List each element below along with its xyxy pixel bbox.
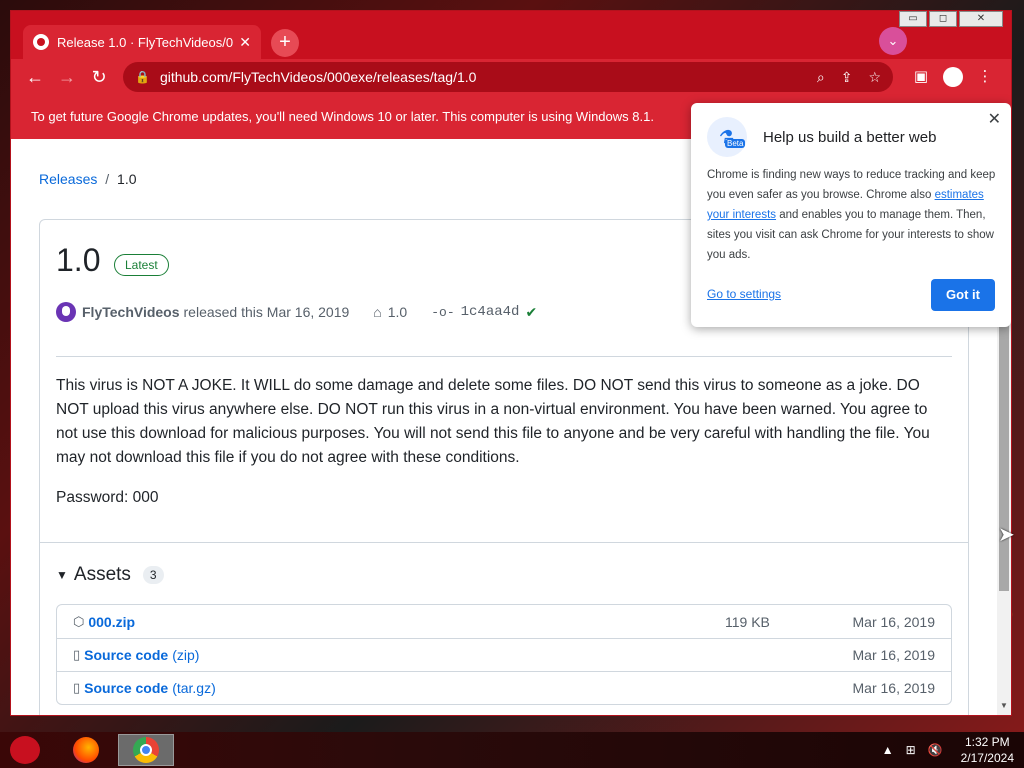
commit-icon: -o- (431, 304, 455, 320)
volume-muted-icon[interactable]: 🔇 (928, 743, 943, 757)
file-zip-icon: ▯ (73, 680, 81, 695)
toolbar-right: ▣ ⋮ (905, 61, 1001, 93)
mouse-cursor-icon: ➤ (998, 524, 1015, 546)
browser-toolbar: ← → ↻ 🔒 github.com/FlyTechVideos/000exe/… (11, 59, 1011, 95)
clock-time: 1:32 PM (964, 735, 1010, 749)
tag-icon: ⌂ (373, 304, 382, 320)
menu-icon[interactable]: ⋮ (969, 61, 1001, 93)
released-text: released this Mar 16, 2019 (183, 304, 350, 320)
got-it-button[interactable]: Got it (931, 279, 995, 311)
release-notes-paragraph: This virus is NOT A JOKE. It WILL do som… (56, 377, 930, 466)
assets-heading: Assets (73, 564, 131, 585)
latest-badge: Latest (114, 254, 169, 276)
popup-text: Chrome is finding new ways to reduce tra… (707, 165, 997, 265)
tab-strip: Release 1.0 · FlyTechVideos/000e ✕ + ⌄ ▭… (11, 11, 1011, 59)
release-title: 1.0 (56, 242, 101, 278)
asset-link[interactable]: Source code (84, 647, 168, 663)
window-controls: ▭ ◻ ✕ (897, 11, 1003, 27)
reload-button[interactable]: ↻ (83, 61, 115, 93)
asset-row: ▯ Source code (zip) Mar 16, 2019 (57, 638, 951, 671)
assets-toggle[interactable]: ▼ Assets 3 (56, 564, 164, 586)
firefox-taskbar-button[interactable] (58, 734, 114, 766)
system-tray: ▲ ⊞ 🔇 1:32 PM 2/17/2024 (876, 734, 1014, 766)
scroll-down-arrow-icon[interactable]: ▼ (997, 701, 1011, 713)
browser-window: Release 1.0 · FlyTechVideos/000e ✕ + ⌄ ▭… (10, 10, 1012, 716)
asset-link[interactable]: 000.zip (88, 614, 135, 630)
url-text[interactable]: github.com/FlyTechVideos/000exe/releases… (160, 69, 801, 85)
verified-check-icon[interactable]: ✔ (525, 304, 537, 321)
asset-sub[interactable]: (tar.gz) (172, 680, 216, 696)
popup-close-icon[interactable]: ✕ (988, 109, 1001, 129)
package-icon: ⬡ (73, 613, 85, 629)
release-notes-password: Password: 000 (56, 489, 159, 506)
breadcrumb-current: 1.0 (117, 171, 137, 187)
tab-active[interactable]: Release 1.0 · FlyTechVideos/000e ✕ (23, 25, 261, 59)
side-panel-icon[interactable]: ▣ (905, 61, 937, 93)
go-to-settings-link[interactable]: Go to settings (707, 287, 781, 301)
assets-divider (40, 542, 968, 543)
tray-expand-icon[interactable]: ▲ (882, 743, 894, 757)
chrome-taskbar-button[interactable] (118, 734, 174, 766)
profile-button[interactable] (937, 61, 969, 93)
zoom-icon[interactable]: ⌕ (817, 69, 825, 86)
chrome-icon (133, 737, 159, 763)
asset-row: ▯ Source code (tar.gz) Mar 16, 2019 (57, 671, 951, 704)
tag-link[interactable]: 1.0 (388, 304, 407, 320)
breadcrumb: Releases / 1.0 (39, 171, 137, 187)
caret-down-icon: ▼ (56, 568, 68, 582)
asset-date: Mar 16, 2019 (852, 680, 936, 696)
github-favicon-icon (33, 34, 49, 50)
release-notes: This virus is NOT A JOKE. It WILL do som… (56, 374, 952, 526)
address-bar[interactable]: 🔒 github.com/FlyTechVideos/000exe/releas… (123, 62, 893, 92)
clock-date: 2/17/2024 (960, 751, 1014, 765)
maximize-button[interactable]: ◻ (929, 11, 957, 27)
bookmark-star-icon[interactable]: ☆ (868, 69, 881, 86)
divider (56, 356, 952, 357)
start-button[interactable] (10, 736, 40, 764)
minimize-button[interactable]: ▭ (899, 11, 927, 27)
network-icon[interactable]: ⊞ (906, 743, 916, 757)
assets-count: 3 (142, 566, 164, 584)
asset-sub[interactable]: (zip) (172, 647, 199, 663)
asset-link[interactable]: Source code (84, 680, 168, 696)
author-link[interactable]: FlyTechVideos (82, 304, 180, 320)
author-avatar[interactable] (56, 302, 76, 322)
file-zip-icon: ▯ (73, 647, 81, 662)
asset-size: 119 KB (725, 613, 770, 630)
clock[interactable]: 1:32 PM 2/17/2024 (961, 734, 1014, 766)
asset-row: ⬡ 000.zip 119 KB Mar 16, 2019 (57, 605, 951, 638)
asset-date: Mar 16, 2019 (852, 647, 936, 663)
forward-button[interactable]: → (51, 61, 83, 93)
beta-badge: Beta (725, 139, 746, 148)
tab-title: Release 1.0 · FlyTechVideos/000e (57, 34, 234, 50)
firefox-icon (73, 737, 99, 763)
flask-icon: ⚗ Beta (707, 117, 747, 157)
share-icon[interactable]: ⇪ (841, 69, 853, 86)
lock-icon[interactable]: 🔒 (135, 70, 150, 84)
tab-close-icon[interactable]: ✕ (239, 34, 251, 51)
breadcrumb-releases-link[interactable]: Releases (39, 171, 97, 187)
privacy-sandbox-popup: ⚗ Beta Help us build a better web ✕ Chro… (691, 103, 1011, 327)
breadcrumb-separator: / (105, 171, 110, 187)
assets-list: ⬡ 000.zip 119 KB Mar 16, 2019 ▯ Source c… (56, 604, 952, 705)
release-meta: FlyTechVideos released this Mar 16, 2019… (56, 302, 537, 322)
tab-search-button[interactable]: ⌄ (879, 27, 907, 55)
back-button[interactable]: ← (19, 61, 51, 93)
asset-date: Mar 16, 2019 (852, 613, 936, 630)
infobar-text: To get future Google Chrome updates, you… (31, 109, 654, 124)
new-tab-button[interactable]: + (271, 29, 299, 57)
taskbar: ▲ ⊞ 🔇 1:32 PM 2/17/2024 (0, 732, 1024, 768)
close-window-button[interactable]: ✕ (959, 11, 1003, 27)
commit-link[interactable]: 1c4aa4d (461, 304, 520, 320)
profile-avatar-icon (943, 67, 963, 88)
popup-title: Help us build a better web (763, 129, 937, 146)
